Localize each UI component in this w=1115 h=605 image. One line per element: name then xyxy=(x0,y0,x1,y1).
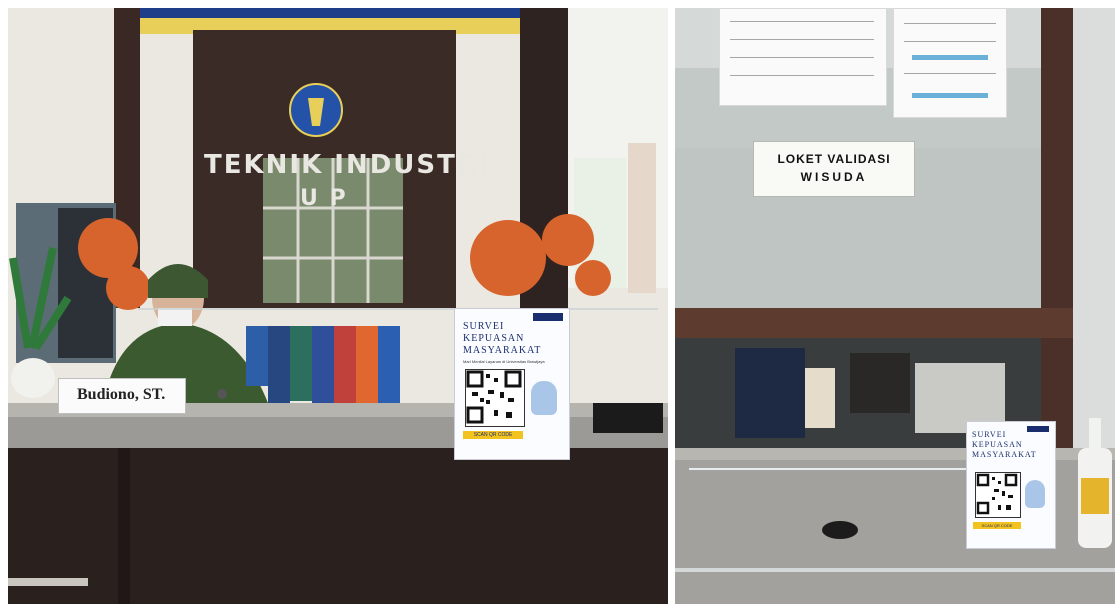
survey-card: SURVEI KEPUASAN MASYARAKAT SCAN QR CODE xyxy=(966,421,1056,549)
survey-title-line2: KEPUASAN xyxy=(972,440,1023,449)
counter-sign: LOKET VALIDASI WISUDA xyxy=(753,141,915,197)
ub-logo-icon xyxy=(217,389,227,399)
mascot-icon xyxy=(531,381,557,415)
survey-bottom-banner: SCAN QR CODE xyxy=(973,522,1021,529)
qr-code-icon xyxy=(465,369,525,427)
survey-bottom-banner: SCAN QR CODE xyxy=(463,431,523,439)
mascot-icon xyxy=(1025,480,1045,508)
ub-logo-icon xyxy=(1027,426,1049,432)
qr-code-icon xyxy=(975,472,1021,518)
photo-left-front-desk: TEKNIK INDUSTRI U P Budiono, ST. SURVEI … xyxy=(8,8,668,604)
survey-title-line2: KEPUASAN xyxy=(463,333,525,344)
department-sign-sub: U P xyxy=(300,186,348,211)
photo-right-validation-counter: LOKET VALIDASI WISUDA SURVEI KEPUASAN MA… xyxy=(675,8,1115,604)
survey-title-line1: SURVEI xyxy=(463,321,505,332)
nameplate-text: Budiono, ST. xyxy=(77,386,166,403)
posted-notice-paper xyxy=(893,8,1007,118)
department-sign: TEKNIK INDUSTRI xyxy=(204,150,491,180)
front-desk-scene xyxy=(8,8,668,604)
posted-schedule-paper xyxy=(719,8,887,106)
counter-sign-line1: LOKET VALIDASI xyxy=(777,152,891,166)
survey-title-line1: SURVEI xyxy=(972,430,1007,439)
survey-title-line3: MASYARAKAT xyxy=(972,450,1037,459)
survey-card: SURVEI KEPUASAN MASYARAKAT Mari Menilai … xyxy=(454,308,570,460)
survey-title-line3: MASYARAKAT xyxy=(463,345,542,356)
ub-logo-icon xyxy=(533,313,563,321)
nameplate: Budiono, ST. xyxy=(58,378,227,414)
counter-sign-line2: WISUDA xyxy=(800,170,868,184)
survey-subtitle: Mari Menilai Layanan di Universitas Braw… xyxy=(463,359,545,364)
